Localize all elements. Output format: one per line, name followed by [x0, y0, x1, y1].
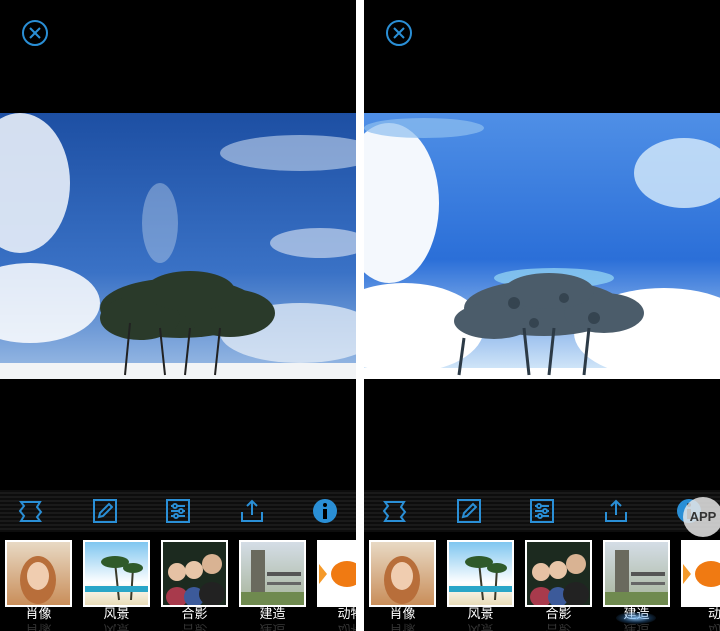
adjust-sliders-icon[interactable] [165, 498, 191, 524]
filter-thumb-portrait[interactable] [5, 540, 72, 607]
close-button[interactable] [386, 20, 412, 46]
close-button[interactable] [22, 20, 48, 46]
filter-thumb-group[interactable] [161, 540, 228, 607]
filter-strip: 肖像 肖像 风景 风景 合影 合影 [0, 532, 356, 631]
filter-label-reflection: 动物 [337, 621, 356, 631]
close-icon [29, 27, 41, 39]
filter-thumb-building-selected[interactable] [603, 540, 670, 607]
filter-label-reflection: 风景 [467, 621, 494, 631]
edit-toolbar [364, 490, 720, 532]
filter-label-reflection: 建造 [259, 621, 286, 631]
share-upload-icon[interactable] [603, 498, 629, 524]
filter-label-reflection: 肖像 [389, 621, 416, 631]
info-icon[interactable] [312, 498, 338, 524]
filter-thumb-landscape[interactable] [83, 540, 150, 607]
selected-filter-indicator [616, 612, 656, 624]
frame-icon[interactable] [18, 498, 44, 524]
filter-thumb-portrait[interactable] [369, 540, 436, 607]
original-photo-screen: 肖像 肖像 风景 风景 合影 合影 建造 建造 动 动 [0, 0, 356, 631]
edit-pencil-icon[interactable] [456, 498, 482, 524]
filter-thumb-animal[interactable] [681, 540, 720, 607]
panel-divider [356, 0, 364, 631]
filtered-photo-screen: 肖像 肖像 风景 风景 合影 合影 建造 动 动 [364, 0, 720, 631]
landscape-thumbnail [449, 556, 512, 601]
filter-label-reflection: 合影 [181, 621, 208, 631]
portrait-thumbnail [20, 556, 56, 604]
filtered-photo [364, 113, 720, 379]
filter-label-reflection: 动 [707, 621, 720, 631]
close-icon [393, 27, 405, 39]
filter-strip: 肖像 肖像 风景 风景 合影 合影 [364, 532, 720, 631]
filter-thumb-building[interactable] [239, 540, 306, 607]
portrait-thumbnail [384, 556, 420, 604]
group-photo-thumbnail [166, 554, 225, 605]
filter-thumb-landscape[interactable] [447, 540, 514, 607]
watermark-badge: APP [683, 497, 720, 537]
filter-thumb-animal[interactable] [317, 540, 356, 607]
filter-label-reflection: 合影 [545, 621, 572, 631]
animal-thumbnail [319, 561, 356, 587]
adjust-sliders-icon[interactable] [529, 498, 555, 524]
edit-toolbar [0, 490, 356, 532]
filter-label-reflection: 肖像 [25, 621, 52, 631]
frame-icon[interactable] [382, 498, 408, 524]
group-photo-thumbnail [530, 554, 589, 605]
animal-thumbnail [683, 561, 720, 587]
landscape-thumbnail [85, 556, 148, 601]
edit-pencil-icon[interactable] [92, 498, 118, 524]
filter-thumb-group[interactable] [525, 540, 592, 607]
filter-label-reflection: 风景 [103, 621, 130, 631]
original-photo [0, 113, 356, 379]
building-thumbnail [605, 550, 668, 605]
building-thumbnail [241, 550, 304, 605]
share-upload-icon[interactable] [239, 498, 265, 524]
